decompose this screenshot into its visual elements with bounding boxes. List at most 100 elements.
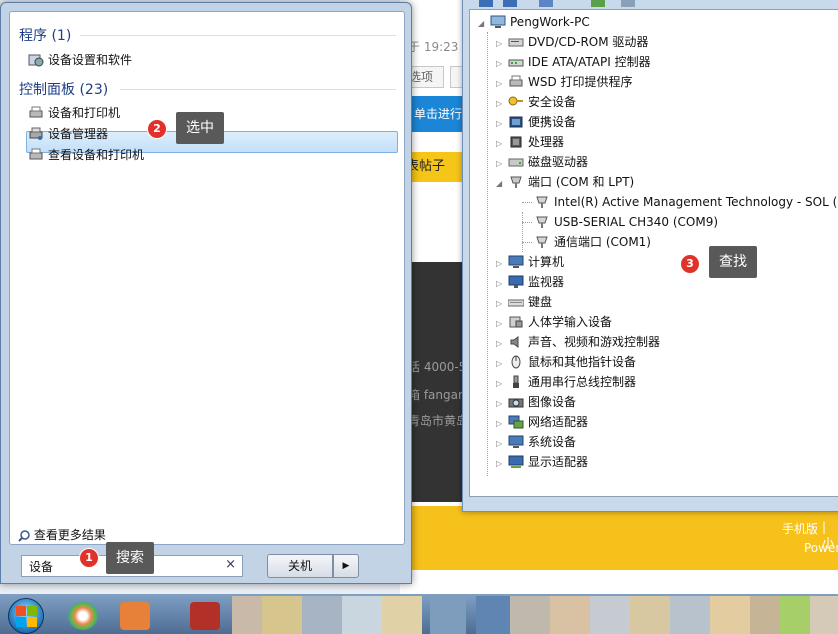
blurred-taskbar-region — [750, 596, 780, 634]
tree-item-label: 网络适配器 — [528, 415, 589, 429]
divider — [120, 89, 396, 90]
result-device-manager[interactable]: 设备管理器 — [28, 124, 108, 144]
expand-arrow-icon[interactable]: ▷ — [496, 94, 506, 114]
expand-arrow-icon[interactable]: ▷ — [496, 414, 506, 434]
properties-icon[interactable] — [539, 0, 553, 7]
tree-guide — [487, 32, 488, 476]
expand-arrow-icon[interactable]: ▷ — [496, 74, 506, 94]
tree-item-label: 安全设备 — [528, 95, 577, 109]
tree-item-wsd[interactable]: ▷ WSD 打印提供程序 — [496, 72, 633, 92]
tree-item-security[interactable]: ▷ 安全设备 — [496, 92, 576, 112]
expand-arrow-icon[interactable]: ▷ — [496, 354, 506, 374]
computer-icon — [508, 255, 524, 269]
result-devices-printers[interactable]: 设备和打印机 — [28, 103, 120, 123]
device-manager-window: ◢ PengWork-PC ▷ DVD/CD-ROM 驱动器 ▷ IDE ATA/AT… — [462, 0, 838, 512]
printer-icon — [508, 75, 524, 89]
tree-item-ide[interactable]: ▷ IDE ATA/ATAPI 控制器 — [496, 52, 651, 72]
expand-arrow-icon[interactable]: ▷ — [496, 54, 506, 74]
tree-item-dvd[interactable]: ▷ DVD/CD-ROM 驱动器 — [496, 32, 648, 52]
tree-item-imaging[interactable]: ▷ 图像设备 — [496, 392, 576, 412]
tree-item-processor[interactable]: ▷ 处理器 — [496, 132, 564, 152]
hid-icon — [508, 315, 524, 329]
footer-phone: 话 4000-5 — [408, 360, 467, 374]
start-button[interactable] — [8, 598, 44, 634]
speaker-icon — [508, 335, 524, 349]
blurred-taskbar-region — [550, 596, 590, 634]
tree-item-label: DVD/CD-ROM 驱动器 — [528, 35, 649, 49]
camera-icon — [508, 395, 524, 409]
taskbar-app-icon[interactable] — [120, 602, 150, 630]
windows-logo-icon — [16, 606, 26, 616]
tree-item-monitor[interactable]: ▷ 监视器 — [496, 272, 564, 292]
result-label: 设备和打印机 — [48, 106, 121, 120]
result-device-settings-software[interactable]: 设备设置和软件 — [28, 50, 132, 70]
callout-number-1: 1 — [79, 548, 99, 568]
root-label: PengWork-PC — [510, 15, 590, 29]
blurred-taskbar-region — [670, 596, 710, 634]
tree-item-label: 键盘 — [528, 295, 553, 309]
shutdown-options-arrow-icon[interactable]: ▶ — [333, 554, 359, 578]
expand-arrow-icon[interactable]: ▷ — [496, 454, 506, 474]
expand-arrow-icon[interactable]: ▷ — [496, 274, 506, 294]
tree-item-port-intel[interactable]: Intel(R) Active Management Technology - … — [532, 192, 838, 212]
tree-item-ports[interactable]: ◢ 端口 (COM 和 LPT) — [496, 172, 634, 192]
tree-item-label: 系统设备 — [528, 435, 577, 449]
tree-item-portable[interactable]: ▷ 便携设备 — [496, 112, 576, 132]
control-panel-header: 控制面板 (23) — [19, 82, 109, 98]
expand-arrow-icon[interactable]: ▷ — [496, 34, 506, 54]
taskbar-app-icon[interactable] — [430, 596, 466, 634]
clear-search-icon[interactable]: × — [225, 557, 236, 572]
forward-icon[interactable] — [503, 0, 517, 7]
expand-arrow-icon[interactable]: ▷ — [496, 154, 506, 174]
expand-arrow-icon[interactable]: ▷ — [496, 294, 506, 314]
blurred-taskbar-region — [590, 596, 630, 634]
search-results-pane: 程序 (1) 设备设置和软件 控制面板 (23) 设备和打印机 设备管理器 查看… — [9, 11, 405, 545]
tree-item-label: Intel(R) Active Management Technology - … — [554, 195, 838, 209]
scan-icon[interactable] — [591, 0, 605, 7]
tree-item-port-ch340[interactable]: USB-SERIAL CH340 (COM9) — [532, 212, 718, 232]
result-label: 设备设置和软件 — [48, 53, 133, 67]
tree-item-computer[interactable]: ▷ 计算机 — [496, 252, 564, 272]
back-icon[interactable] — [479, 0, 493, 7]
tree-root[interactable]: ◢ PengWork-PC — [478, 12, 590, 32]
settings-software-icon — [28, 53, 44, 67]
powered-by-text: Power — [804, 541, 838, 555]
tree-item-hid[interactable]: ▷ 人体学输入设备 — [496, 312, 612, 332]
see-more-results-link[interactable]: 查看更多结果 — [18, 526, 106, 543]
expand-arrow-icon[interactable]: ▷ — [496, 254, 506, 274]
taskbar-app-icon[interactable] — [190, 602, 220, 630]
expand-arrow-icon[interactable]: ▷ — [496, 114, 506, 134]
click-button[interactable]: 单击进行 — [408, 96, 468, 132]
expand-arrow-icon[interactable]: ▷ — [496, 434, 506, 454]
result-view-devices-printers[interactable]: 查看设备和打印机 — [28, 145, 144, 165]
collapse-arrow-icon[interactable]: ◢ — [496, 174, 506, 194]
tree-item-sound[interactable]: ▷ 声音、视频和游戏控制器 — [496, 332, 660, 352]
tree-item-network[interactable]: ▷ 网络适配器 — [496, 412, 588, 432]
callout-number-2: 2 — [147, 119, 167, 139]
expand-arrow-icon[interactable]: ▷ — [496, 394, 506, 414]
com-port-icon — [534, 215, 550, 229]
tree-item-mouse[interactable]: ▷ 鼠标和其他指针设备 — [496, 352, 636, 372]
option-button[interactable]: 选项 — [408, 66, 444, 88]
update-driver-icon[interactable] — [621, 0, 635, 7]
shutdown-button[interactable]: 关机 — [267, 554, 333, 578]
see-more-results-label: 查看更多结果 — [33, 528, 106, 542]
programs-header: 程序 (1) — [19, 28, 72, 44]
expand-arrow-icon[interactable]: ▷ — [496, 374, 506, 394]
mobile-version-link[interactable]: 手机版 — [782, 520, 818, 537]
expand-arrow-icon[interactable]: ▷ — [496, 334, 506, 354]
computer-icon — [490, 15, 506, 29]
tree-item-disk[interactable]: ▷ 磁盘驱动器 — [496, 152, 588, 172]
pinwheel-app-icon[interactable] — [68, 602, 98, 630]
windows-logo-icon — [16, 617, 26, 627]
tree-item-usb[interactable]: ▷ 通用串行总线控制器 — [496, 372, 636, 392]
tree-item-label: 便携设备 — [528, 115, 577, 129]
expand-arrow-icon[interactable]: ▷ — [496, 314, 506, 334]
tree-item-keyboard[interactable]: ▷ 键盘 — [496, 292, 552, 312]
tree-item-system[interactable]: ▷ 系统设备 — [496, 432, 576, 452]
tree-item-display[interactable]: ▷ 显示适配器 — [496, 452, 588, 472]
collapse-arrow-icon[interactable]: ◢ — [478, 14, 488, 34]
tree-item-port-com1[interactable]: 通信端口 (COM1) — [532, 232, 651, 252]
taskbar-app-icon[interactable] — [476, 596, 510, 634]
expand-arrow-icon[interactable]: ▷ — [496, 134, 506, 154]
